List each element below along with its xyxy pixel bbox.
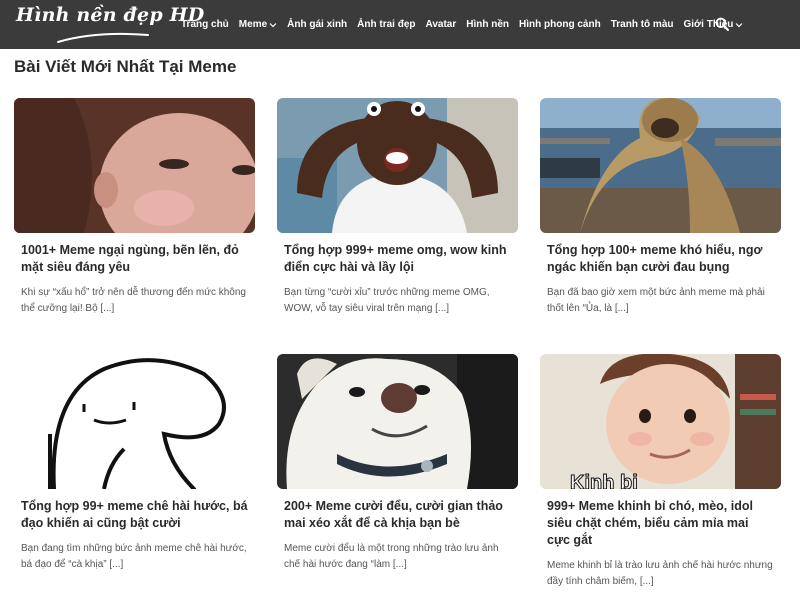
post-excerpt: Bạn từng “cười xỉu” trước những meme OMG… [284, 287, 490, 314]
site-logo[interactable]: Hình nền đẹp HD [16, 2, 204, 48]
nav-label: Ảnh trai đẹp [357, 19, 416, 30]
top-navbar: Hình nền đẹp HD Trang chủ Meme Ảnh gái x… [0, 0, 800, 49]
flork-drawing-image [14, 354, 255, 489]
post-thumbnail[interactable] [277, 98, 518, 233]
nav-label: Ảnh gái xinh [287, 19, 348, 30]
nav-item-hinh-phong-canh[interactable]: Hình phong cảnh [519, 19, 601, 30]
nav-item-anh-gai-xinh[interactable]: Ảnh gái xinh [287, 19, 347, 30]
post-title[interactable]: Tổng hợp 99+ meme chê hài hước, bá đạo k… [21, 498, 248, 532]
nav-label: Tranh tô màu [610, 19, 674, 30]
post-excerpt: Meme khinh bỉ là trào lưu ảnh chế hài hư… [547, 560, 773, 587]
post-title[interactable]: 999+ Meme khinh bỉ chó, mèo, idol siêu c… [547, 498, 774, 549]
nav-item-anh-trai-dep[interactable]: Ảnh trai đẹp [357, 19, 415, 30]
shocked-man-image [277, 98, 518, 233]
post-card[interactable]: Tổng hợp 999+ meme omg, wow kinh điển cự… [277, 98, 518, 317]
page-title: Bài Viết Mới Nhất Tại Meme [14, 57, 237, 76]
shy-girl-image [14, 98, 255, 233]
image-caption: Kinh bi [570, 472, 638, 489]
post-excerpt: Bạn đang tìm những bức ảnh meme chê hài … [21, 543, 247, 570]
smirking-dog-image [277, 354, 518, 489]
nav-item-gioi-thieu[interactable]: Giới Thiệu [684, 19, 744, 30]
logo-text: Hình nền đẹp HD [16, 4, 205, 26]
logo-swoosh [57, 32, 149, 43]
nav-item-hinh-nen[interactable]: Hình nền [466, 19, 509, 30]
post-card[interactable]: Tổng hợp 100+ meme khó hiểu, ngơ ngác kh… [540, 98, 781, 317]
post-thumbnail[interactable]: Kinh bi [540, 354, 781, 489]
search-icon[interactable] [715, 17, 729, 31]
nav-label: Hình phong cảnh [519, 19, 601, 30]
post-card[interactable]: Tổng hợp 99+ meme chê hài hước, bá đạo k… [14, 354, 255, 573]
nav-label: Hình nền [466, 19, 510, 30]
post-thumbnail[interactable] [277, 354, 518, 489]
post-title[interactable]: Tổng hợp 100+ meme khó hiểu, ngơ ngác kh… [547, 242, 774, 276]
post-card[interactable]: 1001+ Meme ngại ngùng, bẽn lẽn, đỏ mặt s… [14, 98, 255, 317]
chevron-down-icon [269, 22, 277, 27]
post-excerpt: Khi sự “xấu hổ” trở nên dễ thương đến mứ… [21, 287, 246, 314]
nav-label: Avatar [425, 19, 457, 30]
smirking-baby-image: Kinh bi [540, 354, 781, 489]
nav-item-avatar[interactable]: Avatar [426, 19, 457, 30]
post-title[interactable]: Tổng hợp 999+ meme omg, wow kinh điển cự… [284, 242, 511, 276]
post-thumbnail[interactable] [14, 98, 255, 233]
post-thumbnail[interactable] [14, 354, 255, 489]
nav-item-meme[interactable]: Meme [239, 19, 277, 30]
post-title[interactable]: 1001+ Meme ngại ngùng, bẽn lẽn, đỏ mặt s… [21, 242, 248, 276]
chevron-down-icon [735, 22, 743, 27]
nav-label: Trang chủ [181, 19, 229, 30]
nav-item-tranh-to-mau[interactable]: Tranh tô màu [611, 19, 674, 30]
post-title[interactable]: 200+ Meme cười đểu, cười gian thảo mai x… [284, 498, 511, 532]
post-card[interactable]: 200+ Meme cười đểu, cười gian thảo mai x… [277, 354, 518, 573]
post-card[interactable]: Kinh bi 999+ Meme khinh bỉ chó, mèo, ido… [540, 354, 781, 590]
post-excerpt: Meme cười đểu là một trong những trào lư… [284, 543, 499, 570]
post-thumbnail[interactable] [540, 98, 781, 233]
main-nav: Trang chủ Meme Ảnh gái xinh Ảnh trai đẹp… [181, 0, 753, 49]
nav-item-trang-chu[interactable]: Trang chủ [181, 19, 229, 30]
monkey-image [540, 98, 781, 233]
nav-label: Meme [238, 19, 268, 30]
post-excerpt: Bạn đã bao giờ xem một bức ảnh meme mà p… [547, 287, 765, 314]
